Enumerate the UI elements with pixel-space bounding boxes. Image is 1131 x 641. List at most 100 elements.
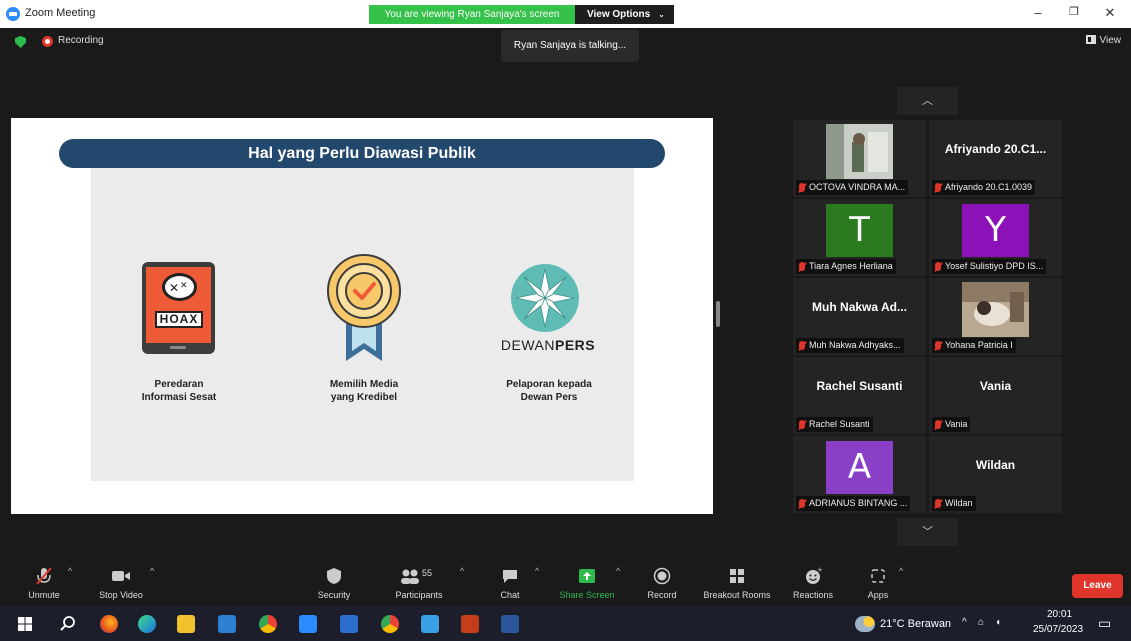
participant-name-text: ADRIANUS BINTANG ... xyxy=(809,498,908,508)
slide-item-line: Memilih Media xyxy=(329,379,399,390)
split-resize-handle[interactable] xyxy=(716,301,720,327)
security-label: Security xyxy=(317,590,351,600)
participant-tile[interactable]: Y Yosef Sulistiyo DPD IS... xyxy=(929,199,1062,276)
participant-tile[interactable]: Yohana Patricia I xyxy=(929,278,1062,355)
volume-icon[interactable]: ◖ xyxy=(995,617,1001,628)
mail-icon[interactable] xyxy=(218,615,236,633)
chat-button[interactable]: Chat xyxy=(490,566,530,604)
zoom-taskbar-icon[interactable] xyxy=(299,615,317,633)
file-explorer-icon[interactable] xyxy=(177,615,195,633)
word-icon[interactable] xyxy=(501,615,519,633)
participant-name-text: Rachel Susanti xyxy=(809,419,870,429)
chrome-icon-2[interactable] xyxy=(381,615,399,633)
slide-item-line: yang Kredibel xyxy=(330,392,398,403)
mic-muted-icon xyxy=(799,499,805,508)
breakout-rooms-button[interactable]: Breakout Rooms xyxy=(700,566,774,604)
restore-icon[interactable]: ❐ xyxy=(1064,5,1084,18)
participants-options-caret[interactable]: ^ xyxy=(460,566,464,576)
close-icon[interactable]: ✕ xyxy=(1100,5,1120,21)
photos-icon[interactable] xyxy=(421,615,439,633)
tray-chevron-up-icon[interactable]: ^ xyxy=(962,617,967,628)
clock-time[interactable]: 20:01 xyxy=(1047,609,1072,620)
apps-icon xyxy=(871,569,885,583)
view-button[interactable]: View xyxy=(1085,35,1122,46)
share-options-caret[interactable]: ^ xyxy=(616,566,620,576)
participants-button[interactable]: 55 Participants xyxy=(392,566,446,604)
participant-tile[interactable]: Afriyando 20.C1... Afriyando 20.C1.0039 xyxy=(929,120,1062,197)
participant-tile[interactable]: Rachel Susanti Rachel Susanti xyxy=(793,357,926,434)
network-icon[interactable]: ⌂ xyxy=(978,617,984,628)
participant-name: Yosef Sulistiyo DPD IS... xyxy=(932,259,1047,274)
security-button[interactable]: Security xyxy=(312,566,356,604)
leave-button[interactable]: Leave xyxy=(1072,574,1123,598)
chat-icon xyxy=(503,570,517,583)
participant-tile[interactable]: Muh Nakwa Ad... Muh Nakwa Adhyaks... xyxy=(793,278,926,355)
weather-icon xyxy=(855,616,875,632)
active-speaker-indicator: Ryan Sanjaya is talking... xyxy=(501,30,639,62)
participant-avatar: Y xyxy=(962,204,1029,257)
notifications-icon[interactable]: ▭ xyxy=(1098,615,1111,632)
slide-item-hoax: Peredaran Informasi Sesat xyxy=(109,378,249,404)
shared-screen: Hal yang Perlu Diawasi Publik ✕ ✕ HOAX D… xyxy=(11,118,713,514)
slide-item-dewan: Pelaporan kepada Dewan Pers xyxy=(479,378,619,404)
powerpoint-icon[interactable] xyxy=(461,615,479,633)
record-icon xyxy=(653,567,671,585)
reactions-button[interactable]: + Reactions xyxy=(789,566,837,604)
participant-tile[interactable]: Vania Vania xyxy=(929,357,1062,434)
video-options-caret[interactable]: ^ xyxy=(150,566,154,576)
calendar-app-icon[interactable] xyxy=(340,615,358,633)
hoax-tablet-icon: ✕ ✕ HOAX xyxy=(142,262,215,354)
edge-icon[interactable] xyxy=(138,615,156,633)
audio-options-caret[interactable]: ^ xyxy=(68,566,72,576)
view-options-button[interactable]: View Options ⌄ xyxy=(575,5,674,24)
windows-start-icon[interactable] xyxy=(16,615,34,633)
firefox-icon[interactable] xyxy=(100,615,118,633)
record-button[interactable]: Record xyxy=(640,566,684,604)
view-label: View xyxy=(1099,35,1122,46)
participant-avatar: A xyxy=(826,441,893,494)
mic-muted-icon xyxy=(935,262,941,271)
participant-tile[interactable]: Wildan Wildan xyxy=(929,436,1062,513)
participant-name: Vania xyxy=(932,417,971,432)
chrome-icon[interactable] xyxy=(259,615,277,633)
unmute-button[interactable]: Unmute xyxy=(22,566,66,604)
mic-muted-icon xyxy=(36,567,52,585)
participant-display-name: Rachel Susanti xyxy=(816,379,903,393)
dewan-wordmark-light: DEWAN xyxy=(500,337,555,353)
stop-video-button[interactable]: Stop Video xyxy=(93,566,149,604)
participant-display-name: Wildan xyxy=(975,458,1016,472)
apps-button[interactable]: Apps xyxy=(860,566,896,604)
gallery-down-button[interactable]: ﹀ xyxy=(897,518,958,546)
mic-muted-icon xyxy=(935,420,941,429)
mic-muted-icon xyxy=(935,183,941,192)
svg-text:✕: ✕ xyxy=(169,281,179,295)
recording-icon xyxy=(42,36,53,47)
chat-options-caret[interactable]: ^ xyxy=(535,566,539,576)
minimize-icon[interactable]: – xyxy=(1028,5,1048,20)
participant-tile[interactable]: OCTOVA VINDRA MA... xyxy=(793,120,926,197)
participant-name: Yohana Patricia I xyxy=(932,338,1016,353)
clock-date[interactable]: 25/07/2023 xyxy=(1033,624,1083,635)
participant-name-text: OCTOVA VINDRA MA... xyxy=(809,182,906,192)
participant-tile[interactable]: A ADRIANUS BINTANG ... xyxy=(793,436,926,513)
participant-tile[interactable]: T Tiara Agnes Herliana xyxy=(793,199,926,276)
slide-item-line: Informasi Sesat xyxy=(141,392,217,403)
weather-text[interactable]: 21°C Berawan xyxy=(880,618,951,630)
slide-item-media: Memilih Media yang Kredibel xyxy=(294,378,434,404)
reactions-icon: + xyxy=(806,566,823,584)
participant-video xyxy=(962,282,1029,337)
participant-display-name: Afriyando 20.C1... xyxy=(944,142,1047,156)
share-screen-icon xyxy=(579,569,595,583)
share-screen-button[interactable]: Share Screen xyxy=(555,566,619,604)
participant-name: Muh Nakwa Adhyaks... xyxy=(796,338,904,353)
encryption-shield-icon[interactable] xyxy=(15,36,26,48)
participant-name: Rachel Susanti xyxy=(796,417,873,432)
apps-label: Apps xyxy=(867,590,889,600)
unmute-label: Unmute xyxy=(28,590,60,600)
apps-options-caret[interactable]: ^ xyxy=(899,566,903,576)
meeting-area: Recording View Ryan Sanjaya is talking..… xyxy=(0,28,1131,562)
search-icon[interactable] xyxy=(59,615,77,633)
gallery-up-button[interactable]: ︿ xyxy=(897,87,958,115)
participant-avatar: T xyxy=(826,204,893,257)
participant-name: Afriyando 20.C1.0039 xyxy=(932,180,1036,195)
